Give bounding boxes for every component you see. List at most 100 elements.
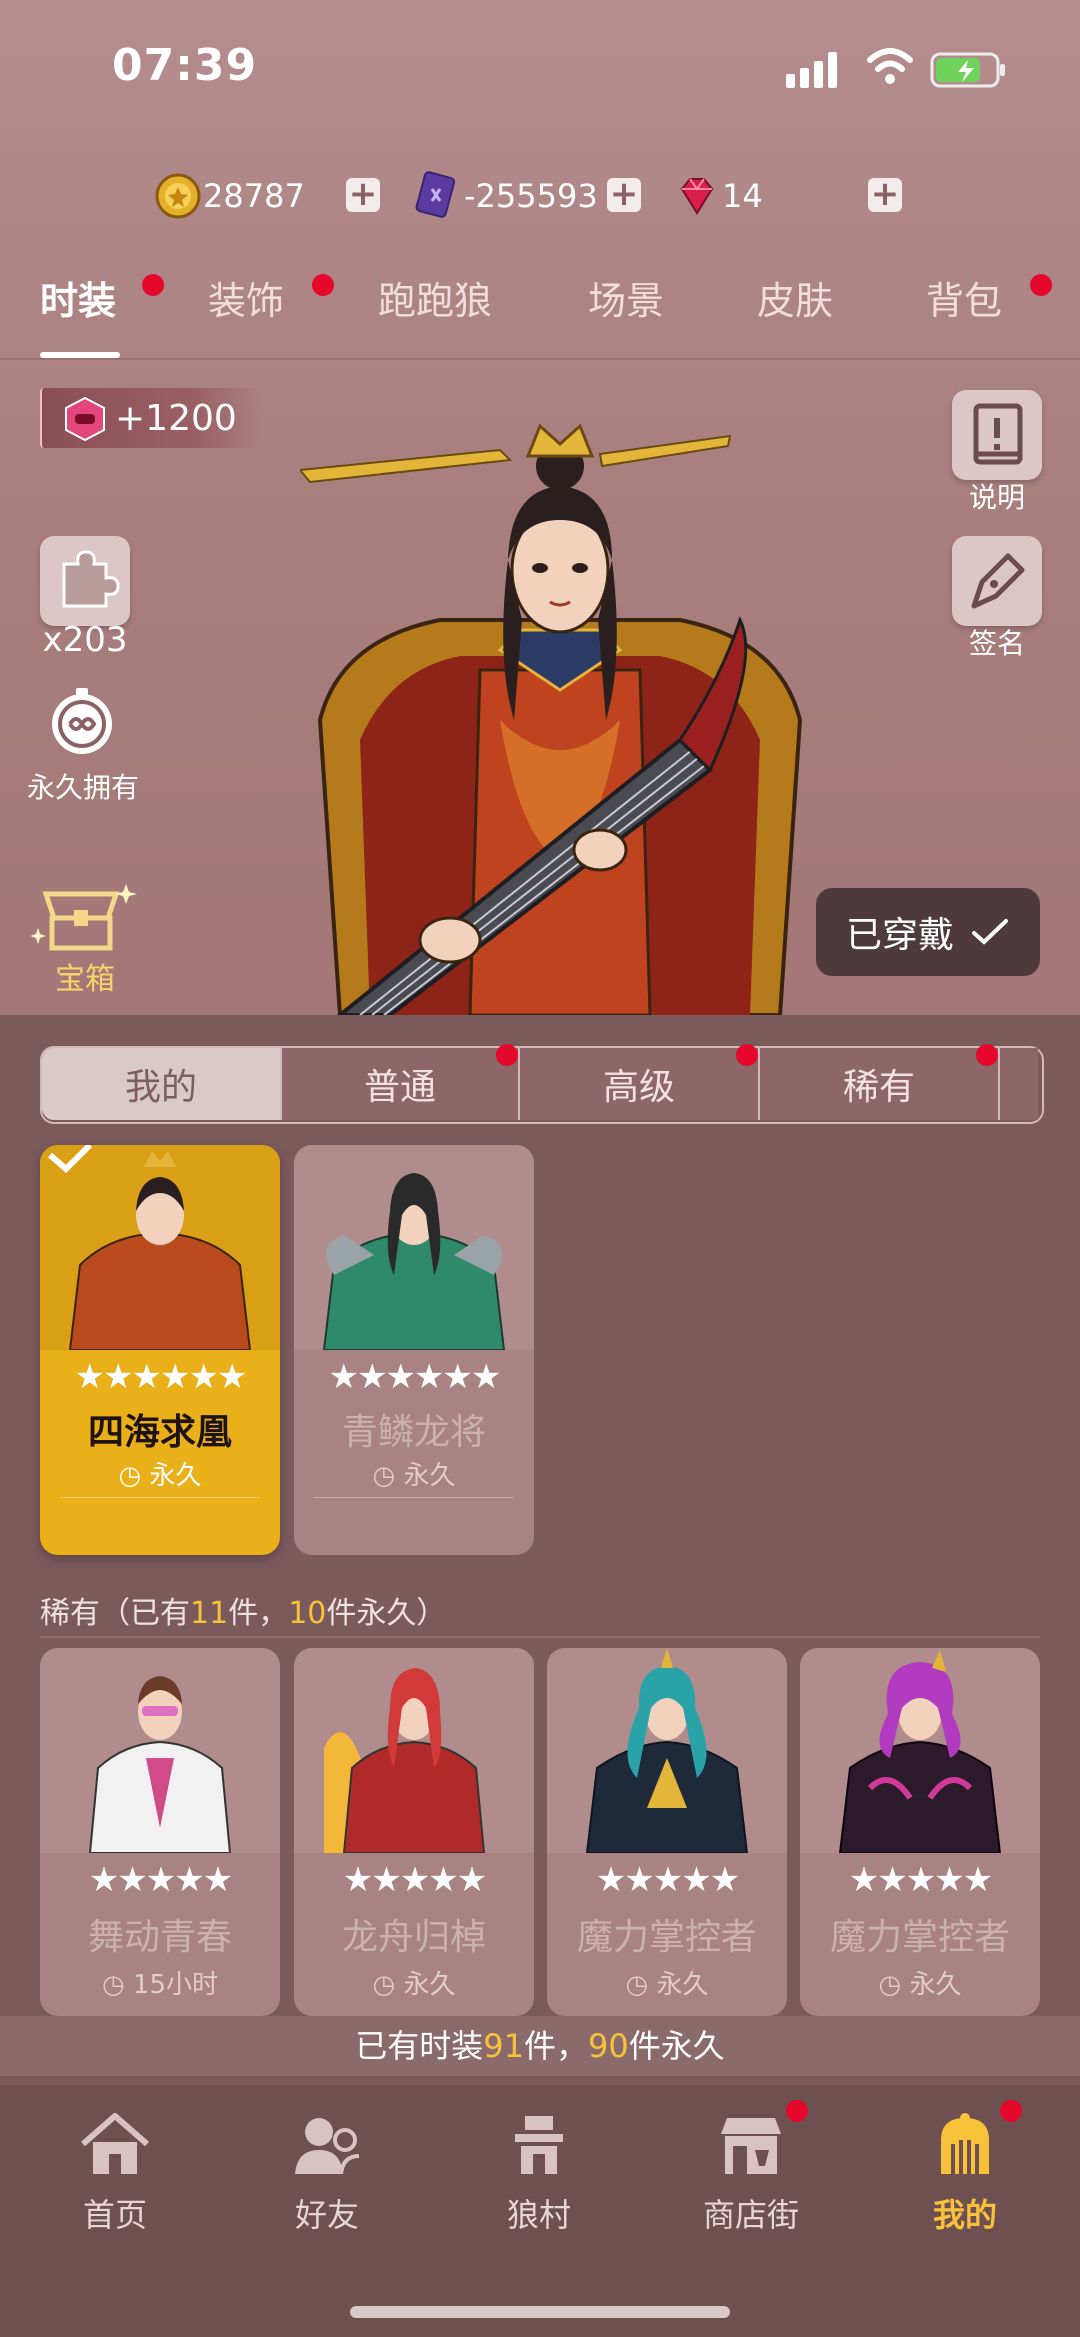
gold-coin-icon	[155, 173, 201, 219]
outfit-thumbnail	[800, 1648, 1040, 1853]
check-icon	[972, 919, 1008, 945]
outfit-name: 龙舟归棹	[341, 1917, 486, 1958]
battery-icon	[930, 52, 1005, 88]
outfit-thumbnail	[40, 1145, 280, 1350]
rarity-tab-normal[interactable]: 普通	[282, 1048, 520, 1120]
outfit-duration: ◷ 永久	[372, 1461, 456, 1491]
outfit-stars: ★★★★★	[88, 1860, 233, 1900]
puzzle-count: x203	[42, 620, 128, 660]
outfit-duration-text: 永久	[403, 1461, 456, 1491]
nav-home[interactable]: 首页	[40, 2110, 190, 2236]
outfit-thumbnail	[40, 1648, 280, 1853]
permanent-icon[interactable]	[36, 686, 128, 758]
outfit-duration: ◷ 永久	[372, 1970, 456, 2000]
outfit-name: 青鳞龙将	[341, 1412, 486, 1453]
outfit-duration: ◷ 永久	[118, 1461, 202, 1491]
chest-label: 宝箱	[55, 962, 115, 997]
outfit-stars: ★★★★★	[595, 1860, 740, 1900]
nav-village[interactable]: 狼村	[464, 2110, 614, 2236]
gem-value: 14	[722, 177, 763, 215]
nav-shop-label: 商店街	[702, 2196, 799, 2234]
outfit-stars: ★★★★★★	[74, 1357, 248, 1397]
rare-outfit-card[interactable]: ★★★★★ 舞动青春 ◷ 15小时	[40, 1648, 280, 2016]
nav-village-label: 狼村	[506, 2196, 571, 2234]
section-divider	[40, 1636, 1040, 1638]
charm-bonus-value: +1200	[115, 398, 237, 439]
home-indicator[interactable]	[350, 2306, 730, 2318]
outfit-duration-text: 永久	[149, 1461, 202, 1491]
me-icon	[941, 2113, 989, 2174]
nav-me-label: 我的	[932, 2196, 997, 2234]
gem-balance: 14	[674, 170, 763, 222]
gold-coin-value: 28787	[203, 177, 305, 215]
rarity-tab-more[interactable]	[1000, 1048, 1038, 1120]
status-time: 07:39	[112, 40, 258, 91]
puzzle-icon	[62, 550, 120, 608]
tab-skin[interactable]: 皮肤	[757, 270, 833, 325]
add-gold-button[interactable]: +	[346, 177, 380, 212]
rarity-tab-rare[interactable]: 稀有	[760, 1048, 1000, 1120]
outfit-stars: ★★★★★	[342, 1860, 487, 1900]
nav-me[interactable]: 我的	[890, 2110, 1040, 2236]
tab-fashion-badge	[142, 274, 164, 296]
outfit-duration: ◷ 永久	[625, 1970, 709, 2000]
tab-backpack-badge	[1030, 274, 1052, 296]
permanent-count: 90	[588, 2027, 629, 2065]
sign-button[interactable]	[952, 536, 1042, 626]
count-prefix: 已有时装	[355, 2027, 484, 2065]
add-card-button[interactable]: +	[607, 177, 641, 212]
outfit-duration: ◷ 15小时	[101, 1970, 219, 2000]
gold-coin-balance: 28787	[155, 170, 305, 222]
outfit-duration-text: 永久	[909, 1970, 962, 2000]
red-gem-icon	[680, 178, 714, 215]
outfit-thumbnail	[294, 1648, 534, 1853]
rarity-advanced-badge	[736, 1044, 758, 1066]
rare-outfit-card[interactable]: ★★★★★ 魔力掌控者 ◷ 永久	[800, 1648, 1040, 2016]
rare-owned-count: 11	[190, 1596, 229, 1631]
puzzle-button[interactable]	[40, 536, 130, 626]
help-label: 说明	[968, 481, 1025, 514]
shop-icon	[721, 2118, 781, 2174]
outfit-card-selected[interactable]: ★★★★★★ 四海求凰 ◷ 永久	[40, 1145, 280, 1555]
outfit-name: 舞动青春	[87, 1917, 232, 1958]
add-gem-button[interactable]: +	[868, 177, 902, 212]
permanent-label: 永久拥有	[26, 771, 139, 804]
rare-outfit-card[interactable]: ★★★★★ 龙舟归棹 ◷ 永久	[294, 1648, 534, 2016]
rarity-tab-advanced[interactable]: 高级	[520, 1048, 760, 1120]
sign-label: 签名	[968, 627, 1025, 660]
help-button[interactable]	[952, 390, 1042, 480]
tab-scene[interactable]: 场景	[588, 270, 664, 325]
rarity-tab-mine[interactable]: 我的	[42, 1048, 282, 1120]
outfit-card[interactable]: ★★★★★★ 青鳞龙将 ◷ 永久	[294, 1145, 534, 1555]
outfit-thumbnail	[294, 1145, 534, 1350]
rare-permanent-count: 10	[288, 1596, 327, 1631]
worn-label: 已穿戴	[845, 915, 954, 956]
rarity-rare-badge	[976, 1044, 998, 1066]
outfit-stars: ★★★★★★	[328, 1357, 502, 1397]
outfit-duration-text: 15小时	[132, 1970, 219, 2000]
tab-fashion[interactable]: 时装	[40, 270, 116, 325]
worn-button[interactable]: 已穿戴	[816, 888, 1040, 976]
tab-runner-wolf[interactable]: 跑跑狼	[378, 270, 492, 325]
chest-icon[interactable]	[30, 878, 140, 964]
outfit-duration-text: 永久	[656, 1970, 709, 2000]
card-value: -255593	[464, 177, 598, 215]
nav-home-label: 首页	[82, 2196, 147, 2234]
rare-outfit-card[interactable]: ★★★★★ 魔力掌控者 ◷ 永久	[547, 1648, 787, 2016]
tab-backpack[interactable]: 背包	[926, 270, 1002, 325]
rare-title-suffix: 件永久）	[326, 1596, 447, 1631]
card-balance: -255593	[412, 170, 598, 222]
tabs-divider	[0, 358, 1080, 360]
book-icon	[973, 403, 1023, 465]
pen-icon	[971, 553, 1025, 609]
owned-count-bar: 已有时装91件，90件永久	[0, 2016, 1080, 2076]
outfit-thumbnail	[547, 1648, 787, 1853]
category-tabs: 时装 装饰 跑跑狼 场景 皮肤 背包	[0, 270, 1080, 360]
tab-decoration[interactable]: 装饰	[208, 270, 284, 325]
nav-shop[interactable]: 商店街	[676, 2110, 826, 2236]
rarity-normal-badge	[496, 1044, 518, 1066]
rare-title-prefix: 稀有（已有	[40, 1596, 190, 1631]
count-mid: 件，	[523, 2027, 588, 2065]
nav-me-badge	[1000, 2100, 1022, 2122]
nav-friends[interactable]: 好友	[252, 2110, 402, 2236]
